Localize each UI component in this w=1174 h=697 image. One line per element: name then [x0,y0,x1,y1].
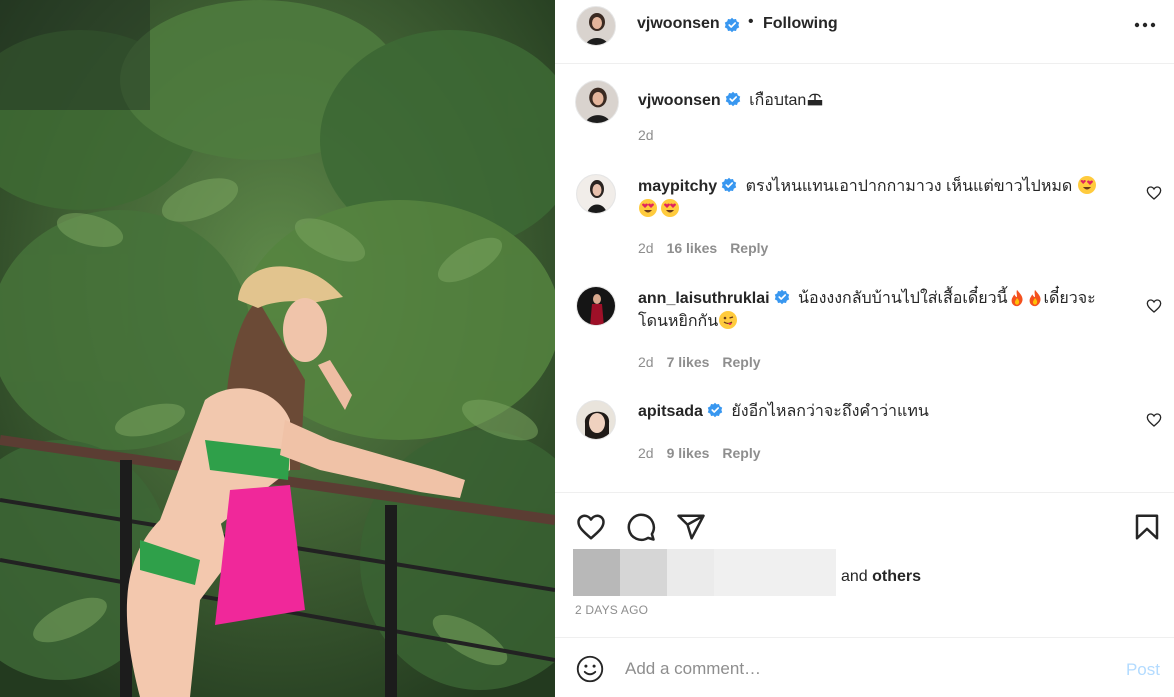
commenter-username[interactable]: apitsada [638,403,703,420]
commenter-avatar[interactable] [576,174,616,214]
comment-body: ตรงไหนแทนเอาปากกามาวง เห็นแต่ขาวไปหมด [745,178,1073,195]
comment-meta: 2d 9 likes Reply [638,445,774,461]
post-photo-illustration [0,0,555,697]
comment-item: apitsada ยังอีกไหลกว่าจะถึงคำว่าแทน 2d 9 … [555,390,1174,490]
caption-time[interactable]: 2d [638,127,654,143]
separator-dot: • [748,13,754,30]
comment-likes[interactable]: 16 likes [667,240,718,256]
comment-item: maypitchy ตรงไหนแทนเอาปากกามาวง เห็นแต่ข… [555,164,1174,276]
and-text: and [841,568,868,585]
avatar-image [577,401,615,439]
heart-eyes-emoji-icon [1077,176,1096,194]
fire-emoji-icon [1029,289,1041,307]
caption-line: vjwoonsen เกือบtan [638,88,824,113]
share-paper-plane-icon[interactable] [676,512,706,542]
comment-time[interactable]: 2d [638,445,654,461]
comment-meta: 2d 7 likes Reply [638,354,774,370]
commenter-avatar[interactable] [576,400,616,440]
caption-username[interactable]: vjwoonsen [638,92,721,109]
commenter-avatar[interactable] [576,286,616,326]
author-avatar[interactable] [576,6,616,46]
reply-button[interactable]: Reply [722,445,760,461]
blurred-liker-name [714,549,836,596]
fire-emoji-icon [1011,289,1023,307]
comment-likes[interactable]: 9 likes [667,445,710,461]
emoji-picker-icon[interactable] [576,655,604,683]
like-comment-heart-icon[interactable] [1146,185,1162,201]
verified-badge-icon [724,17,740,33]
blurred-avatar [667,549,714,596]
beach-island-icon [808,93,823,106]
comment-likes[interactable]: 7 likes [667,354,710,370]
comment-time[interactable]: 2d [638,240,654,256]
avatar-image [577,287,615,325]
comment-bubble-icon[interactable] [626,512,656,542]
avatar-image [577,175,615,213]
post-details-panel: vjwoonsen • Following vjwoonsen เกือบtan [555,0,1174,697]
following-button[interactable]: Following [763,15,838,33]
add-comment-bar: Post [555,637,1174,697]
comment-body: ยังอีกไหลกว่าจะถึงคำว่าแทน [731,403,929,420]
comment-time[interactable]: 2d [638,354,654,370]
post-timestamp[interactable]: 2 DAYS AGO [575,603,648,617]
commenter-username[interactable]: ann_laisuthruklai [638,290,770,307]
like-comment-heart-icon[interactable] [1146,412,1162,428]
comment-body-line2: โดนหยิกกัน [638,313,719,330]
caption-author-avatar[interactable] [575,80,619,124]
more-horizontal-icon[interactable] [1134,22,1156,28]
comment-body-cont: เดี๋ยวจะ [1043,290,1096,307]
avatar-image [576,81,618,123]
winking-tongue-emoji-icon [719,311,738,329]
reply-button[interactable]: Reply [722,354,760,370]
blurred-avatar [573,549,620,596]
caption-text: เกือบtan [749,92,807,109]
like-comment-heart-icon[interactable] [1146,298,1162,314]
comment-meta: 2d 16 likes Reply [638,240,781,256]
post-photo[interactable] [0,0,555,697]
verified-badge-icon [721,177,737,193]
save-bookmark-icon[interactable] [1132,512,1162,542]
liked-by-avatars-blurred[interactable] [573,549,836,596]
author-username[interactable]: vjwoonsen [637,15,720,33]
commenter-username[interactable]: maypitchy [638,178,717,195]
comment-text: apitsada ยังอีกไหลกว่าจะถึงคำว่าแทน [638,401,1118,423]
verified-badge-icon [774,289,789,305]
blurred-avatar [620,549,667,596]
likes-summary: and others [841,568,921,586]
verified-badge-icon [725,91,740,107]
like-heart-icon[interactable] [576,512,606,542]
comment-body: น้องงงกลับบ้านไปใส่เสื้อเดี๋ยวนี้ [798,290,1008,307]
reply-button[interactable]: Reply [730,240,768,256]
verified-badge-icon [707,402,723,418]
avatar-image [577,7,615,45]
others-link[interactable]: others [872,568,921,585]
post-button[interactable]: Post [1126,660,1160,680]
post-header: vjwoonsen • Following [555,0,1174,64]
heart-eyes-emoji-icon [639,199,657,217]
post-actions: and others 2 DAYS AGO [555,492,1174,637]
comment-text: ann_laisuthruklai น้องงงกลับบ้านไปใส่เสื… [638,288,1118,333]
comment-text: maypitchy ตรงไหนแทนเอาปากกามาวง เห็นแต่ข… [638,175,1118,221]
heart-eyes-emoji-icon [661,199,679,217]
comment-item: ann_laisuthruklai น้องงงกลับบ้านไปใส่เสื… [555,276,1174,390]
comment-input[interactable] [625,656,1105,682]
post-caption: vjwoonsen เกือบtan 2d [555,64,1174,164]
